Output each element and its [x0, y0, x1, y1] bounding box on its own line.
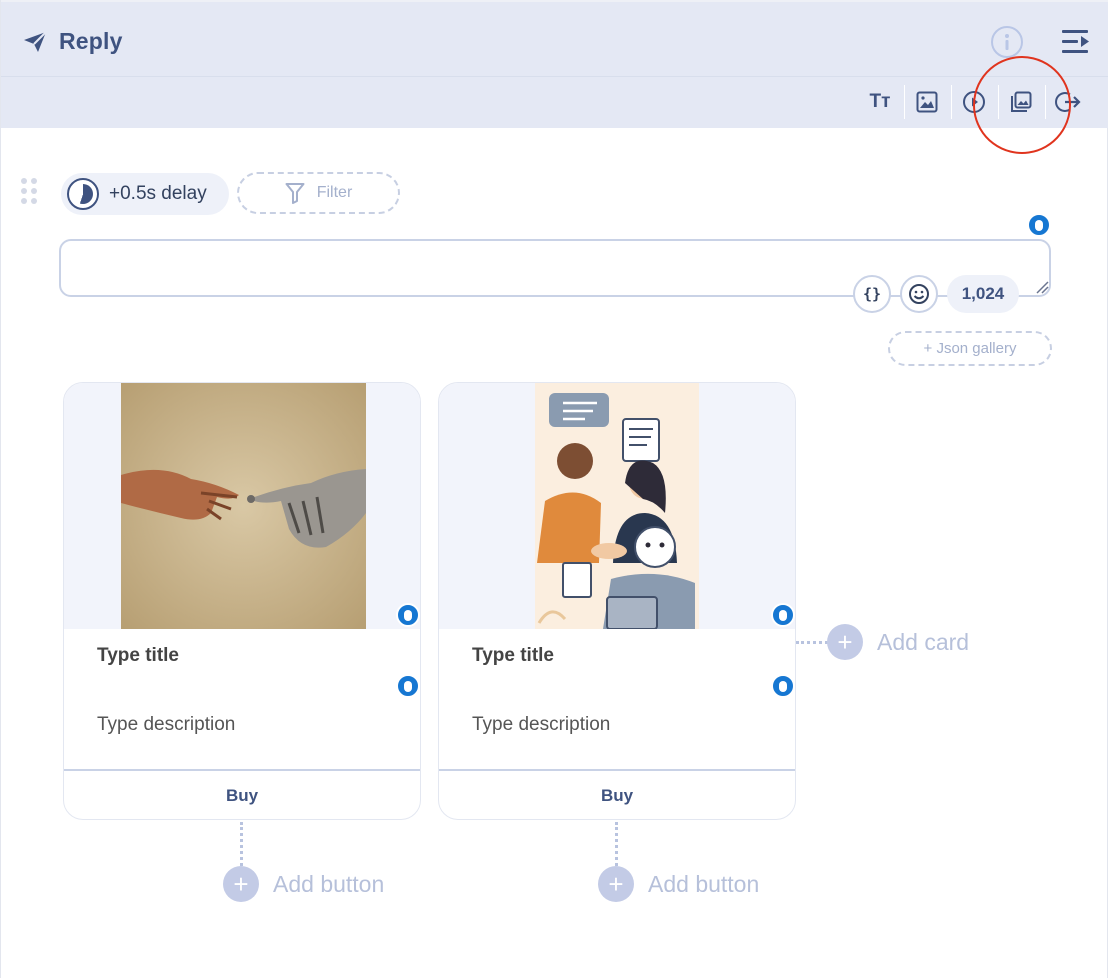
content-type-toolbar: Tт — [1, 76, 1108, 128]
localization-badge-icon[interactable] — [1027, 213, 1051, 237]
image-tool-button[interactable] — [912, 87, 942, 117]
people-and-robot-chat-image[interactable] — [535, 383, 699, 629]
toolbar-divider — [998, 85, 999, 119]
add-card-label: Add card — [877, 628, 970, 655]
gallery-card: Type title Type description Buy — [63, 382, 421, 820]
image-icon — [916, 91, 938, 113]
delay-label: +0.5s delay — [109, 183, 207, 204]
add-button-button[interactable]: + Add button — [598, 866, 759, 902]
hands-touching-robot-image[interactable] — [121, 383, 366, 629]
add-button-label: Add button — [648, 870, 760, 897]
text-tool-button[interactable]: Tт — [865, 87, 895, 117]
character-counter: 1,024 — [947, 275, 1019, 313]
plus-icon: + — [223, 866, 259, 902]
add-card-button[interactable]: + Add card — [827, 624, 969, 660]
add-button-connector — [615, 822, 618, 866]
video-tool-button[interactable] — [959, 87, 989, 117]
resize-handle-icon[interactable] — [1035, 280, 1049, 294]
toolbar-divider — [951, 85, 952, 119]
card-title[interactable]: Type title — [472, 645, 554, 667]
delay-button[interactable]: +0.5s delay — [61, 173, 229, 215]
smiley-icon — [909, 284, 929, 304]
plus-icon: + — [598, 866, 634, 902]
gallery-icon — [1011, 91, 1032, 112]
card-description[interactable]: Type description — [472, 714, 610, 736]
gallery-card: Type title Type description Buy — [438, 382, 796, 820]
plus-icon: + — [827, 624, 863, 660]
add-button-connector — [240, 822, 243, 866]
braces-icon: {} — [862, 285, 882, 303]
filter-label: Filter — [316, 184, 353, 201]
emoji-button[interactable] — [900, 275, 938, 313]
reply-panel: Reply Tт +0.5s delay Filter {} 1,024 + J… — [0, 0, 1108, 978]
timer-icon — [67, 178, 99, 210]
json-gallery-button[interactable]: + Json gallery — [888, 331, 1052, 366]
localization-badge-icon[interactable] — [771, 603, 795, 627]
drag-handle-icon[interactable] — [21, 178, 41, 208]
card-title[interactable]: Type title — [97, 645, 179, 667]
exit-icon — [1055, 92, 1081, 112]
card-image-area[interactable] — [64, 383, 420, 629]
info-icon — [1005, 34, 1009, 50]
card-image-area[interactable] — [439, 383, 795, 629]
card-action-button[interactable]: Buy — [439, 771, 795, 819]
add-button-button[interactable]: + Add button — [223, 866, 384, 902]
header-title-group: Reply — [23, 28, 123, 55]
filter-button[interactable]: Filter — [237, 172, 400, 214]
toolbar-divider — [904, 85, 905, 119]
localization-badge-icon[interactable] — [771, 674, 795, 698]
info-button[interactable] — [991, 26, 1023, 58]
card-description[interactable]: Type description — [97, 714, 235, 736]
variables-button[interactable]: {} — [853, 275, 891, 313]
localization-badge-icon[interactable] — [396, 674, 420, 698]
add-card-connector — [796, 641, 828, 644]
exit-tool-button[interactable] — [1053, 87, 1083, 117]
toolbar-divider — [1045, 85, 1046, 119]
filter-icon — [285, 183, 305, 204]
panel-header: Reply — [1, 0, 1108, 76]
add-button-label: Add button — [273, 870, 385, 897]
text-icon: Tт — [869, 91, 891, 112]
localization-badge-icon[interactable] — [396, 603, 420, 627]
gallery-tool-button[interactable] — [1006, 87, 1036, 117]
card-action-button[interactable]: Buy — [64, 771, 420, 819]
video-icon — [963, 91, 985, 113]
collapse-menu-icon[interactable] — [1061, 28, 1091, 56]
panel-title: Reply — [59, 28, 123, 54]
send-icon — [24, 30, 47, 52]
